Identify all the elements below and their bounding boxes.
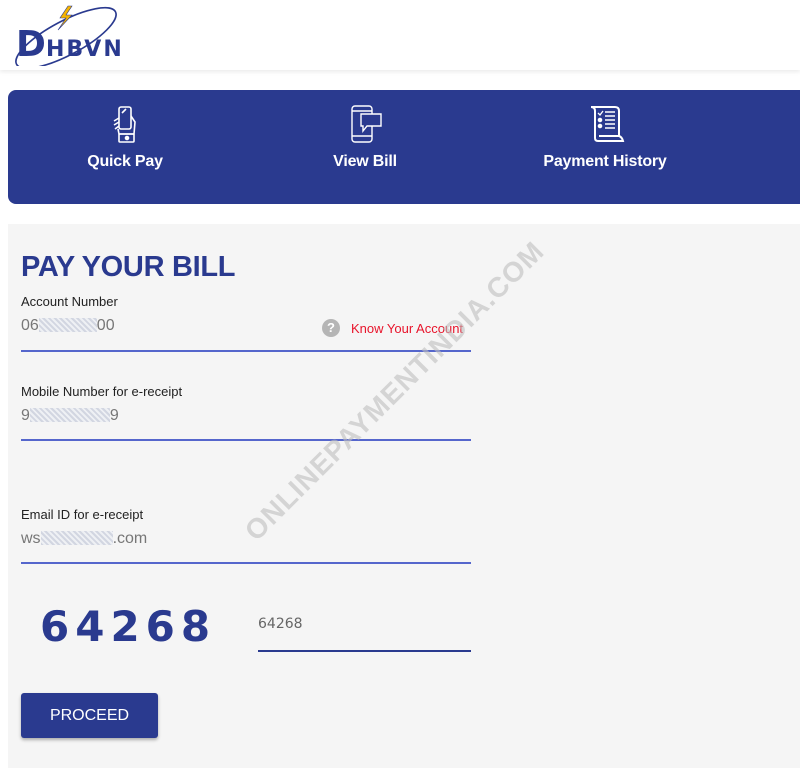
nav-quick-pay[interactable]: Quick Pay [25, 90, 225, 204]
account-number-underline [21, 350, 471, 352]
dhbvn-logo[interactable]: D HBVN [8, 4, 138, 66]
know-your-account-label: Know Your Account [351, 320, 464, 336]
email-underline [21, 562, 471, 564]
scroll-list-icon [590, 106, 625, 142]
redaction-mask [38, 318, 97, 332]
mobile-number-field[interactable]: 99 [21, 407, 119, 425]
proceed-button[interactable]: PROCEED [21, 693, 158, 738]
account-number-field[interactable]: 06 00 [21, 317, 115, 335]
svg-text:D: D [16, 24, 46, 65]
nav-view-bill[interactable]: View Bill [265, 90, 465, 204]
nav-payment-history[interactable]: Payment History [505, 90, 705, 204]
nav-label: Payment History [543, 153, 667, 170]
mobile-number-underline [21, 439, 471, 441]
phone-message-icon [351, 105, 382, 143]
header: D HBVN [0, 0, 800, 70]
account-number-label: Account Number [21, 294, 118, 309]
email-field[interactable]: ws .com [21, 530, 147, 548]
email-label: Email ID for e-receipt [21, 507, 144, 522]
main-nav: Quick Pay View Bill Payment History [8, 90, 800, 204]
help-icon: ? [322, 319, 340, 337]
nav-label: Quick Pay [87, 153, 163, 170]
nav-label: View Bill [333, 153, 397, 170]
page-title: PAY YOUR BILL [21, 251, 236, 283]
redaction-mask [40, 531, 113, 545]
svg-text:HBVN: HBVN [46, 37, 124, 62]
captcha-image: 64268 [40, 602, 217, 651]
know-your-account-link[interactable]: ? Know Your Account [322, 319, 463, 337]
hand-phone-icon [113, 106, 136, 143]
mobile-number-label: Mobile Number for e-receipt [21, 384, 183, 399]
redaction-mask [29, 408, 110, 422]
captcha-input[interactable] [258, 612, 471, 652]
pay-bill-panel [8, 224, 800, 768]
